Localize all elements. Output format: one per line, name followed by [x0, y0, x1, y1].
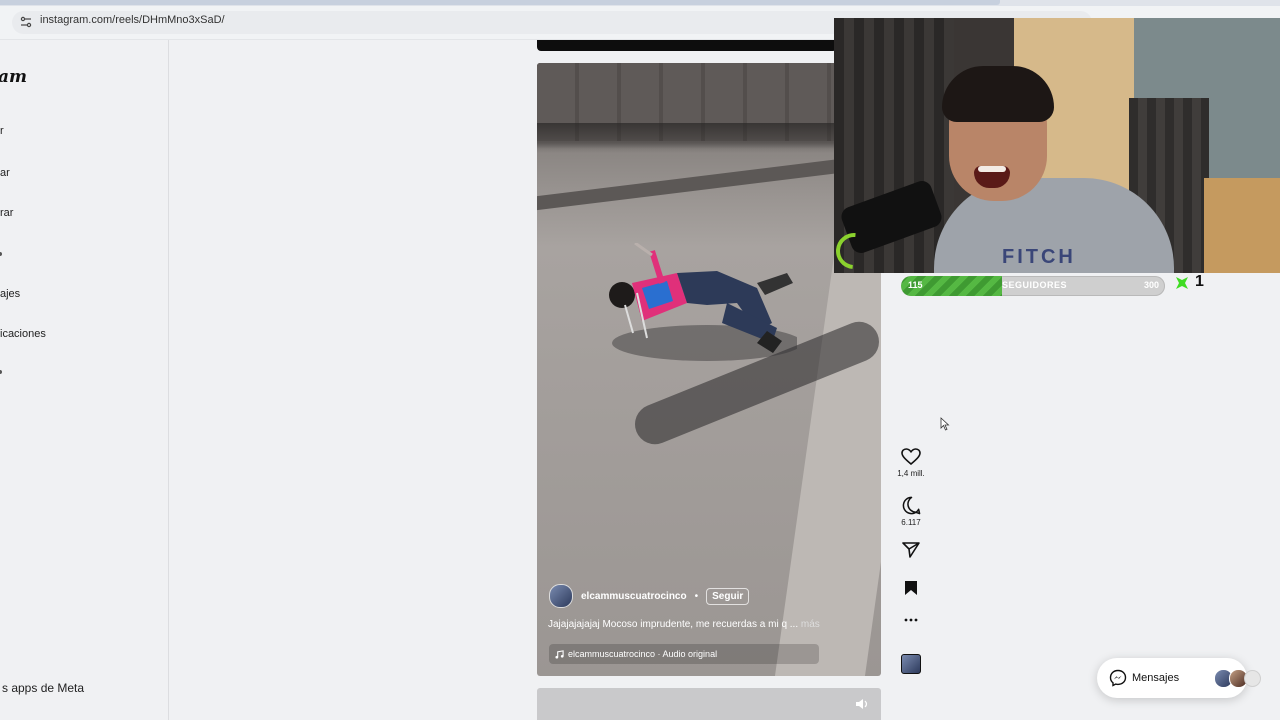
sidebar-item-meta-apps[interactable]: s apps de Meta	[2, 681, 84, 695]
author-name[interactable]: elcammuscuatrocinco	[581, 591, 687, 602]
reel-video[interactable]: elcammuscuatrocinco • Seguir Jajajajajaj…	[537, 63, 881, 676]
sidebar-item-label: ar	[0, 167, 10, 179]
comment-icon	[902, 496, 920, 515]
save-button[interactable]	[893, 580, 929, 596]
sidebar-item-create[interactable]	[0, 370, 2, 374]
follower-goal-bar: 115 SEGUIDORES 300	[901, 276, 1165, 296]
bookmark-icon	[905, 581, 917, 595]
sidebar-item-label: r	[0, 125, 4, 137]
sidebar-item-home[interactable]: r	[0, 125, 4, 137]
audio-cover-image	[901, 654, 921, 674]
instagram-logo[interactable]: am	[0, 67, 27, 87]
like-button[interactable]: 1,4 mill.	[893, 448, 929, 478]
avatar	[1244, 670, 1261, 687]
audio-label: elcammuscuatrocinco · Audio original	[568, 649, 718, 659]
messages-label: Mensajes	[1132, 672, 1180, 684]
next-reel[interactable]	[537, 688, 881, 720]
goal-label: SEGUIDORES	[1002, 280, 1068, 290]
messenger-icon	[1109, 669, 1127, 687]
reel-author-row: elcammuscuatrocinco • Seguir	[549, 584, 750, 608]
streak-icon	[1176, 277, 1188, 289]
music-note-icon	[555, 649, 564, 659]
caption-text: Jajajajajajaj Mocoso imprudente, me recu…	[548, 619, 799, 630]
mouse-cursor-icon	[940, 417, 950, 431]
goal-target: 300	[1143, 280, 1159, 290]
reel-caption[interactable]: Jajajajajajaj Mocoso imprudente, me recu…	[548, 619, 820, 630]
sidebar-item-label: rar	[0, 207, 14, 219]
sidebar: am r ar rar ajes icaciones s apps de Met…	[0, 40, 169, 720]
streak-count: 1	[1195, 273, 1204, 290]
streamer-webcam: FITCH	[834, 18, 1280, 273]
sidebar-item-notifications[interactable]: icaciones	[0, 328, 46, 340]
previous-reel[interactable]	[537, 40, 837, 51]
separator-dot: •	[694, 590, 699, 602]
audio-thumbnail[interactable]	[893, 654, 929, 674]
like-count: 1,4 mill.	[897, 469, 925, 478]
shirt-text: FITCH	[1002, 246, 1076, 268]
follow-button[interactable]: Seguir	[706, 587, 750, 605]
more-options-button[interactable]	[893, 618, 929, 622]
ellipsis-icon	[904, 618, 918, 622]
site-settings-icon[interactable]	[20, 16, 32, 28]
comment-button[interactable]: 6.117	[893, 496, 929, 527]
heart-icon	[901, 448, 921, 466]
send-icon	[902, 542, 920, 558]
volume-icon[interactable]	[855, 698, 869, 710]
audio-link[interactable]: elcammuscuatrocinco · Audio original	[549, 644, 819, 664]
sidebar-item-label: ajes	[0, 288, 21, 300]
sidebar-item-label: icaciones	[0, 328, 46, 340]
share-button[interactable]	[893, 542, 929, 558]
author-avatar[interactable]	[549, 584, 573, 608]
goal-current: 115	[908, 280, 923, 290]
messages-dock[interactable]: Mensajes	[1097, 658, 1261, 698]
video-subject	[609, 243, 797, 361]
comment-count: 6.117	[901, 518, 921, 527]
sidebar-item-messages[interactable]: ajes	[0, 288, 20, 300]
caption-more-link[interactable]: más	[801, 619, 820, 630]
url-text[interactable]: instagram.com/reels/DHmMno3xSaD/	[40, 14, 225, 26]
sidebar-item-explore[interactable]: rar	[0, 207, 13, 219]
sidebar-item-reels[interactable]	[0, 252, 2, 256]
sidebar-item-search[interactable]: ar	[0, 167, 10, 179]
